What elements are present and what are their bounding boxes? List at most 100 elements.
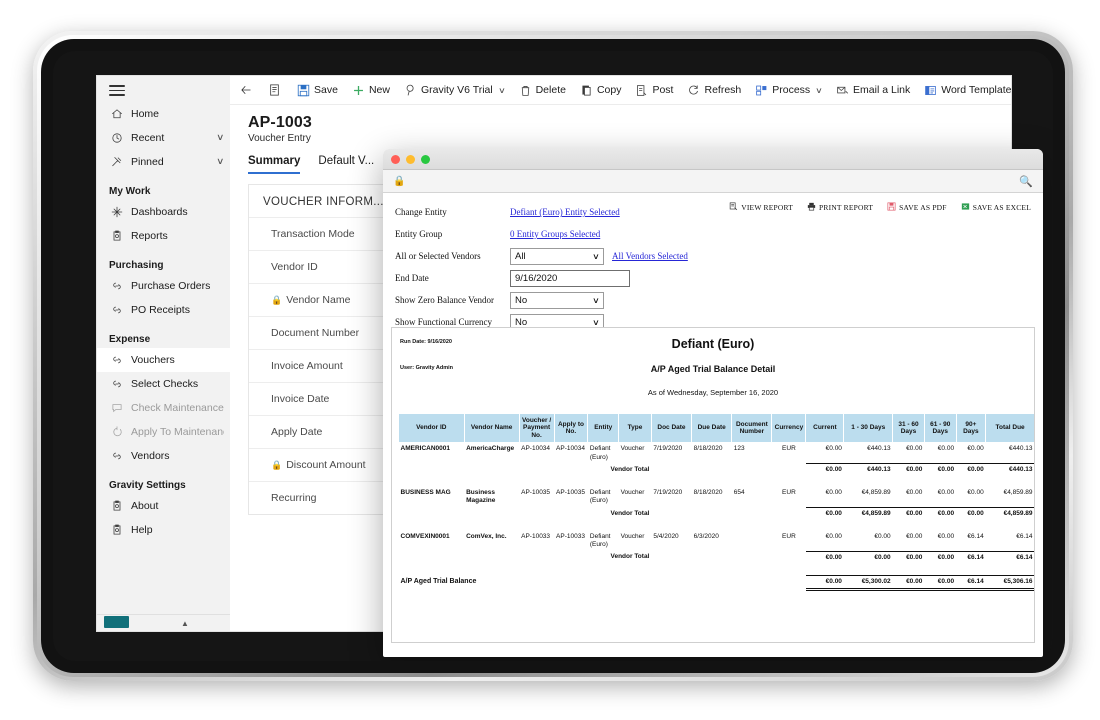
spacer-cell (732, 551, 772, 564)
browser-urlbar[interactable]: 🔒 🔍 (383, 170, 1043, 193)
sidebar-item-recent[interactable]: Recent ∨ (97, 126, 230, 150)
type-cell: Voucher (620, 533, 645, 541)
sidebar-item-reports[interactable]: Reports (97, 224, 230, 248)
back-button[interactable] (232, 76, 259, 104)
link-icon (109, 354, 125, 366)
chevron-down-icon[interactable]: ∨ (217, 132, 225, 143)
post-button[interactable]: Post (628, 76, 680, 104)
view-report-icon (729, 202, 738, 213)
spacer-cell (692, 464, 732, 477)
chevron-down-icon[interactable]: ∨ (217, 156, 225, 167)
refresh-button[interactable]: Refresh (680, 76, 748, 104)
parameter-link[interactable]: 0 Entity Groups Selected (510, 229, 600, 239)
maximize-dot-icon[interactable] (421, 154, 430, 164)
vendor-total-d61_90: €0.00 (924, 463, 957, 477)
parameter-link[interactable]: Defiant (Euro) Entity Selected (510, 207, 620, 217)
gravity-v6-trial-button[interactable]: Gravity V6 Trial ∨ (397, 76, 512, 104)
process-button[interactable]: Process ∨ (748, 76, 829, 104)
tab-summary[interactable]: Summary (248, 155, 301, 174)
sidebar-item-home[interactable]: Home (97, 102, 230, 126)
amount-cell-d90p: €0.00 (967, 445, 984, 453)
plus-icon (352, 84, 365, 97)
sidebar-item-label: PO Receipts (131, 303, 190, 316)
parameter-row: Show Zero Balance Vendor No ∨ (395, 289, 1031, 311)
chevron-down-icon[interactable]: ∨ (498, 86, 506, 95)
sidebar-item-select-checks[interactable]: Select Checks (97, 372, 230, 396)
row-spacer (399, 476, 1035, 487)
email-a-link-button[interactable]: Email a Link (829, 76, 917, 104)
sidebar-item-about[interactable]: About (97, 494, 230, 518)
parameter-select[interactable]: No ∨ (510, 291, 604, 309)
grand-total-d1_30: €5,300.02 (843, 575, 893, 592)
chevron-down-icon[interactable]: ∨ (815, 86, 823, 95)
toolbar-button-label: Word Templates (941, 84, 1011, 96)
parameter-select[interactable]: All ∨ (510, 247, 604, 265)
new-button[interactable]: New (345, 76, 397, 104)
amount-cell-d90p: €0.00 (967, 489, 984, 497)
list-view-button[interactable] (261, 76, 288, 104)
vendor-total-d90p: €0.00 (956, 507, 986, 521)
chevron-down-icon: ∨ (592, 295, 600, 305)
search-icon[interactable]: 🔍 (1019, 175, 1033, 188)
table-body: AMERICAN0001 AmericaCharge AP-10034 AP-1003… (399, 443, 1035, 592)
grand-total-d31_60: €0.00 (892, 575, 925, 592)
view-report-button[interactable]: VIEW REPORT (729, 202, 793, 213)
sidebar-item-po-receipts[interactable]: PO Receipts (97, 298, 230, 322)
hamburger-icon[interactable] (109, 85, 125, 96)
trash-icon (519, 84, 532, 97)
spacer-cell (399, 551, 588, 564)
doc-date-cell: 5/4/2020 (653, 533, 679, 541)
table-row: AMERICAN0001 AmericaCharge AP-10034 AP-1003… (399, 443, 1035, 464)
sidebar-group-title: My Work (109, 185, 151, 197)
print-report-button[interactable]: PRINT REPORT (807, 202, 873, 213)
amount-cell-d31_60: €0.00 (906, 489, 923, 497)
sidebar-item-purchase-orders[interactable]: Purchase Orders (97, 274, 230, 298)
parameter-select-value: No (515, 316, 528, 328)
all-vendors-selected-link[interactable]: All Vendors Selected (612, 251, 688, 261)
spacer-cell (651, 551, 691, 564)
save-button[interactable]: Save (290, 76, 345, 104)
amount-cell-d1_30: €440.13 (867, 445, 891, 453)
sidebar-item-pinned[interactable]: Pinned ∨ (97, 150, 230, 174)
grand-total-d90p: €6.14 (956, 575, 986, 592)
sidebar-item-help[interactable]: Help (97, 518, 230, 542)
save-as-excel-button[interactable]: SAVE AS EXCEL (961, 202, 1031, 213)
document-header: AP-1003 Voucher Entry (230, 105, 1011, 144)
word-templates-button[interactable]: Word Templates∨ (917, 76, 1011, 104)
sidebar-item-vendors[interactable]: Vendors (97, 444, 230, 468)
row-spacer (399, 564, 1035, 576)
apply-to-no-cell: AP-10034 (556, 445, 585, 453)
sidebar-item-dashboards[interactable]: Dashboards (97, 200, 230, 224)
parameter-row: All or Selected Vendors All ∨ All Vendors S… (395, 245, 1031, 267)
page-subtitle: Voucher Entry (248, 133, 311, 144)
parameter-label: Change Entity (395, 207, 447, 217)
delete-button[interactable]: Delete (512, 76, 573, 104)
vendor-name-cell: AmericaCharge (466, 445, 515, 453)
report-entity-name: Defiant (Euro) (671, 337, 755, 351)
apply-to-no-cell: AP-10035 (556, 489, 585, 497)
report-browser-window: 🔒 🔍 Change Entity Defiant (Euro) Entity S… (383, 149, 1043, 657)
check-icon (109, 402, 125, 414)
sidebar-item-check-maintenance[interactable]: Check Maintenance (97, 396, 230, 420)
close-dot-icon[interactable] (391, 154, 400, 164)
vendor-total-current: €0.00 (805, 507, 844, 521)
amount-cell-current: €0.00 (825, 445, 842, 453)
sidebar-item-apply-to-maintenance[interactable]: Apply To Maintenance (97, 420, 230, 444)
sidebar-item-vouchers[interactable]: Vouchers (97, 347, 230, 372)
spacer-cell (732, 508, 772, 521)
sidebar-bottom-icon: ▲ (181, 619, 189, 628)
sidebar-item-label: Dashboards (131, 205, 188, 218)
save-as-pdf-button[interactable]: SAVE AS PDF (887, 202, 947, 213)
minimize-dot-icon[interactable] (406, 154, 415, 164)
page-title: AP-1003 (248, 114, 312, 131)
chevron-down-icon: ∨ (592, 317, 600, 327)
copy-button[interactable]: Copy (573, 76, 629, 104)
sidebar-item-label: Home (131, 107, 160, 120)
field-label: Invoice Amount (271, 360, 343, 372)
report-icon (109, 230, 125, 242)
save-pdf-icon (887, 202, 896, 213)
end-date-input[interactable]: 9/16/2020 (510, 269, 630, 287)
spacer-cell (732, 464, 772, 477)
tab-default-v-[interactable]: Default V... (318, 155, 374, 174)
sidebar-item-label: Vendors (131, 449, 170, 462)
